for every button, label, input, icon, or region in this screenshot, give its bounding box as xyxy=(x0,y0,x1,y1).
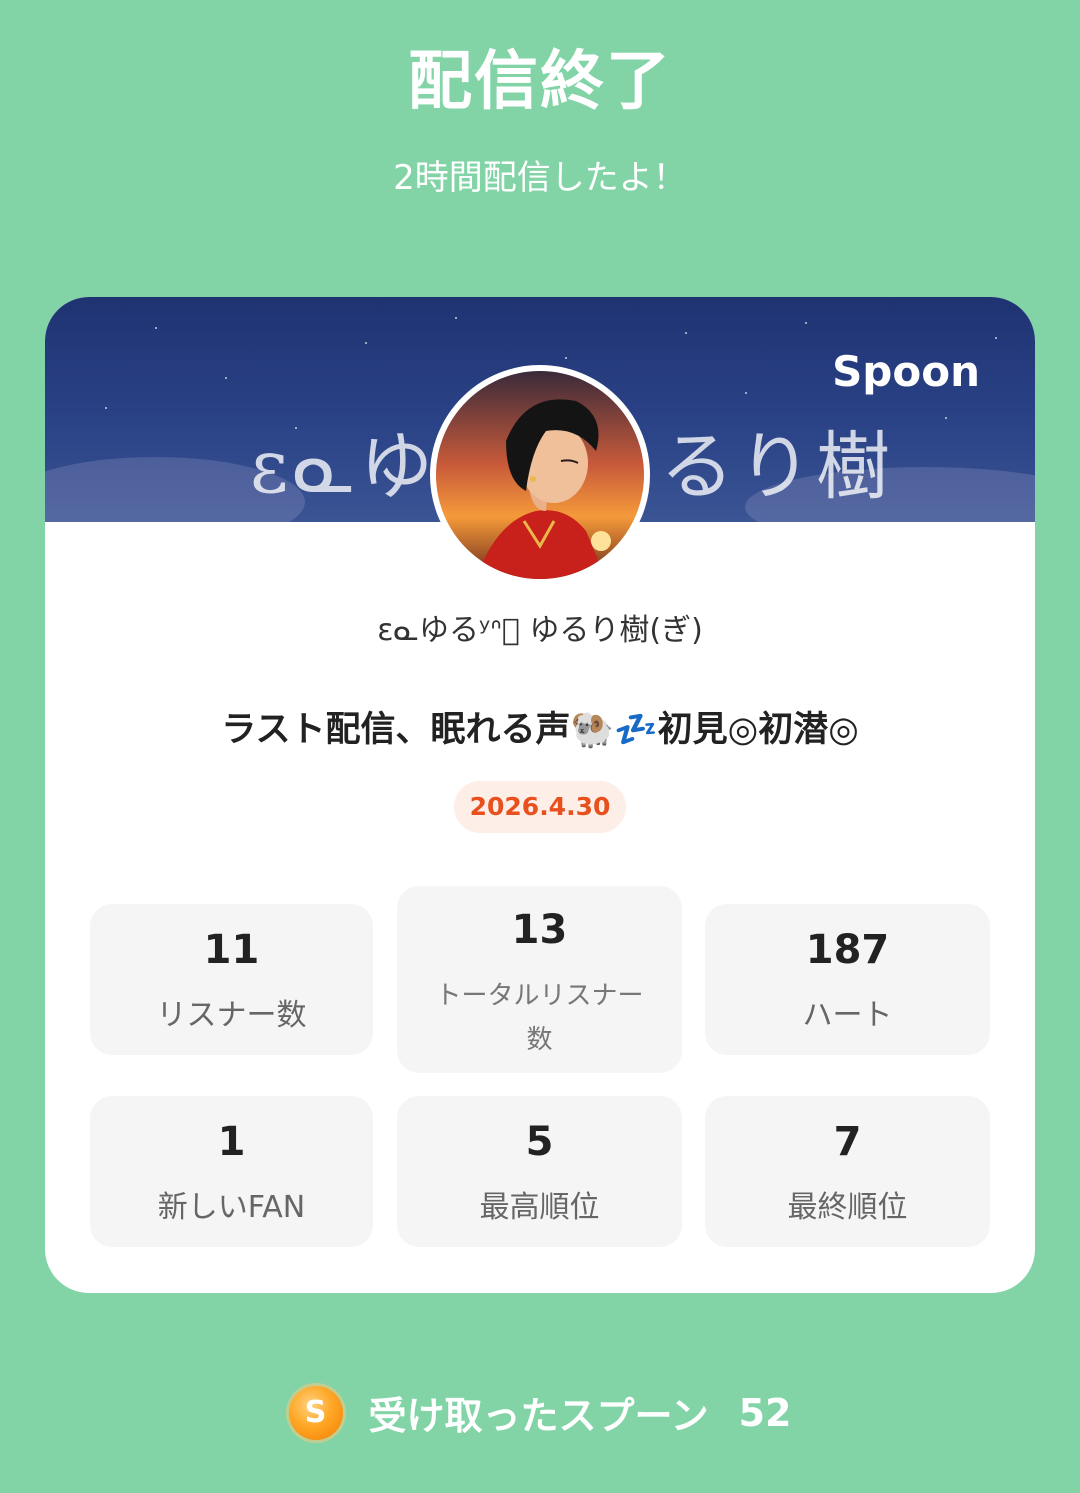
profile-name: ɛᓇゆるʸᐢ゚ ゆるり樹(ぎ) xyxy=(377,613,703,648)
stat-new-fans: 1 新しいFAN xyxy=(90,1096,373,1247)
stat-value: 11 xyxy=(203,927,260,973)
stat-label: ハート xyxy=(802,998,893,1033)
received-spoons: S 受け取ったスプーン 52 xyxy=(0,1385,1080,1449)
date-badge: 2026.4.30 xyxy=(454,781,626,833)
summary-card: ɛᓇゆる るり樹 Spoon ɛᓇゆるʸᐢ゚ ゆるり樹(ぎ) ラスト配信、眠れる… xyxy=(45,297,1035,1293)
page-title: 配信終了 xyxy=(408,45,672,119)
avatar xyxy=(430,365,650,585)
spoon-coin-icon: S xyxy=(288,1385,343,1440)
stat-value: 13 xyxy=(511,907,568,953)
stat-value: 7 xyxy=(833,1119,862,1165)
stat-label: トータルリスナー数 xyxy=(435,981,644,1055)
stat-total-listeners: 13 トータルリスナー数 xyxy=(397,886,682,1073)
stat-label: 最高順位 xyxy=(479,1190,600,1225)
received-spoons-count: 52 xyxy=(738,1390,792,1435)
banner-title-right: るり樹 xyxy=(660,424,894,510)
stat-label: 最終順位 xyxy=(787,1190,908,1225)
stat-value: 5 xyxy=(525,1119,554,1165)
stat-best-rank: 5 最高順位 xyxy=(397,1096,682,1247)
stat-listeners: 11 リスナー数 xyxy=(90,904,373,1055)
spoon-coin-letter: S xyxy=(304,1395,327,1430)
spoon-logo: Spoon xyxy=(832,347,980,396)
stat-final-rank: 7 最終順位 xyxy=(705,1096,990,1247)
profile-avatar-icon xyxy=(436,371,644,579)
stat-hearts: 187 ハート xyxy=(705,904,990,1055)
page-subtitle: 2時間配信したよ！ xyxy=(393,158,687,198)
stat-value: 1 xyxy=(217,1119,246,1165)
stat-label: リスナー数 xyxy=(156,998,307,1033)
stat-label: 新しいFAN xyxy=(157,1190,306,1225)
received-spoons-label: 受け取ったスプーン xyxy=(368,1394,709,1438)
broadcast-title: ラスト配信、眠れる声🐏💤初見◎初潜◎ xyxy=(221,710,859,750)
stat-value: 187 xyxy=(805,927,890,973)
